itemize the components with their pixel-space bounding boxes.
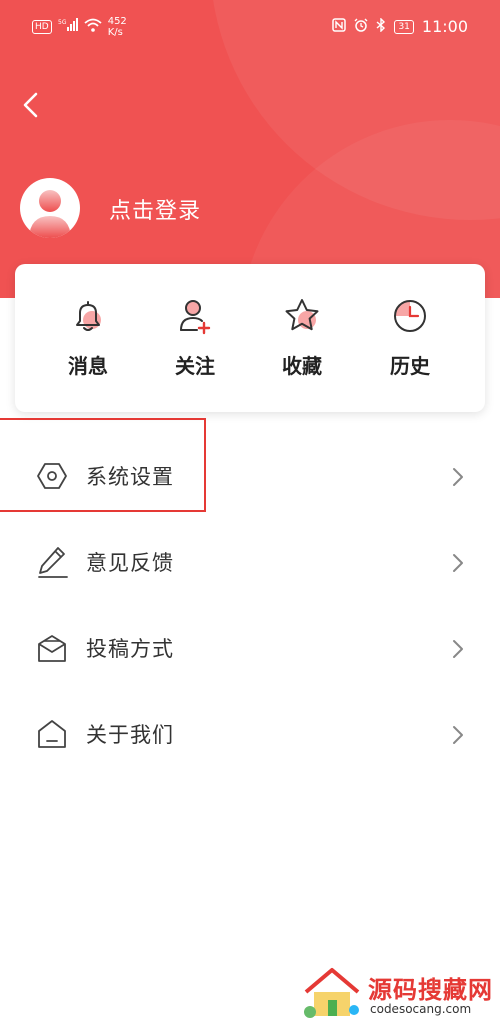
chevron-right-icon — [453, 554, 463, 572]
quick-label: 收藏 — [282, 354, 322, 378]
quick-follow[interactable]: 关注 — [150, 294, 240, 379]
menu-item-submission[interactable]: 投稿方式 — [0, 605, 500, 691]
menu-label: 关于我们 — [86, 723, 174, 747]
quick-actions-card: 消息 关注 收藏 历史 — [15, 264, 485, 412]
login-prompt[interactable]: 点击登录 — [109, 193, 201, 225]
highlight-box — [0, 418, 206, 512]
follow-user-icon — [180, 300, 211, 335]
quick-history[interactable]: 历史 — [365, 294, 455, 379]
menu-label: 意见反馈 — [86, 551, 174, 575]
back-arrow-icon — [23, 92, 38, 118]
clock-time: 11:00 — [421, 17, 468, 36]
menu-item-feedback[interactable]: 意见反馈 — [0, 519, 500, 605]
hd-badge: HD — [32, 20, 52, 34]
nfc-icon — [332, 17, 347, 36]
profile-header: HD 5G 452 K/s 31 11:00 点击登录 — [0, 0, 500, 298]
quick-favorites[interactable]: 收藏 — [257, 294, 347, 379]
watermark-title: 源码搜藏网 — [368, 976, 493, 1004]
chevron-right-icon — [453, 468, 463, 486]
network-speed: 452 K/s — [107, 16, 127, 38]
watermark: 源码搜藏网 codesocang.com — [300, 962, 500, 1021]
quick-messages[interactable]: 消息 — [43, 294, 133, 379]
clock-icon — [394, 300, 426, 332]
quick-label: 关注 — [175, 354, 215, 378]
status-bar: HD 5G 452 K/s 31 11:00 — [0, 0, 500, 56]
alarm-icon — [354, 18, 368, 36]
wifi-icon — [84, 18, 102, 36]
house-icon — [38, 720, 66, 748]
signal-icon: 5G — [58, 18, 78, 36]
bluetooth-icon — [376, 16, 386, 36]
avatar[interactable] — [20, 178, 80, 238]
quick-label: 消息 — [68, 354, 108, 378]
svg-text:5G: 5G — [58, 19, 67, 26]
pencil-icon — [38, 547, 68, 578]
star-icon — [285, 299, 319, 331]
battery-indicator: 31 — [394, 19, 414, 34]
menu-label: 投稿方式 — [86, 637, 174, 661]
house-logo-icon — [304, 968, 360, 1018]
mail-icon — [38, 635, 66, 662]
watermark-url: codesocang.com — [370, 1002, 472, 1016]
bell-icon — [76, 301, 101, 331]
default-avatar-icon — [29, 190, 71, 238]
back-button[interactable] — [14, 88, 48, 122]
chevron-right-icon — [453, 640, 463, 658]
quick-label: 历史 — [390, 354, 430, 378]
chevron-right-icon — [453, 726, 463, 744]
menu-item-about[interactable]: 关于我们 — [0, 691, 500, 777]
